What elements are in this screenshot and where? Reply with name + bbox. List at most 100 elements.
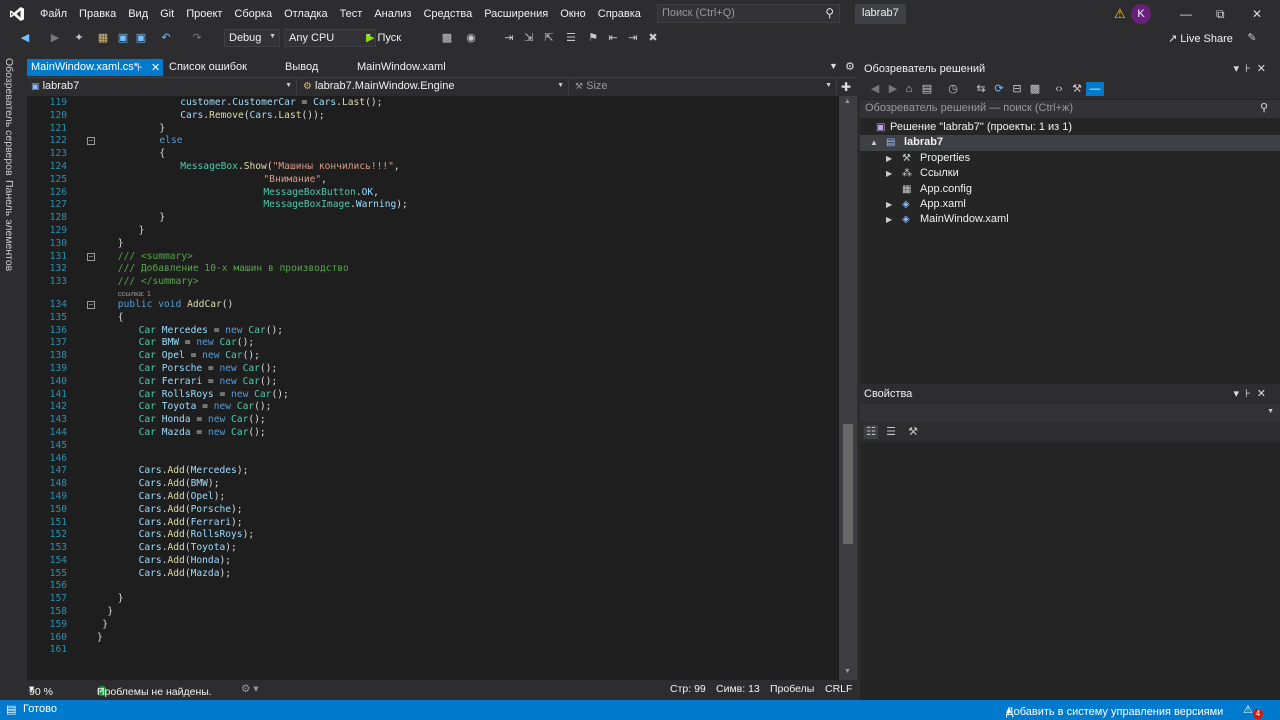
close-icon[interactable]: ✕ [1252, 7, 1262, 21]
project-select[interactable]: ▣ labrab7 ▼ [27, 79, 297, 95]
tree-item[interactable]: ▶ ◈ App.xaml [860, 197, 1280, 212]
menu-view[interactable]: Вид [122, 8, 154, 20]
menu-edit[interactable]: Правка [73, 8, 122, 20]
expand-arrow-icon[interactable]: ▶ [886, 212, 892, 227]
menu-tools[interactable]: Средства [417, 8, 478, 20]
fold-toggle-icon[interactable]: − [87, 252, 95, 261]
menu-analyze[interactable]: Анализ [368, 8, 417, 20]
property-pages-icon[interactable]: ⚒ [906, 425, 920, 439]
chevron-down-icon[interactable]: ▾ [1234, 63, 1246, 75]
source-control-button[interactable]: ↑ Добавить в систему управления версиями… [1006, 703, 1223, 718]
categorized-icon[interactable]: ☷ [864, 425, 878, 439]
camera-icon[interactable]: ◉ [464, 31, 478, 45]
refresh-icon[interactable]: ⟳ [992, 82, 1006, 96]
alphabetical-icon[interactable]: ☰ [884, 425, 898, 439]
tree-item[interactable]: ▣ Решение "labrab7" (проекты: 1 из 1) [860, 120, 1280, 135]
home-icon[interactable]: ⌂ [902, 82, 916, 96]
view-code-icon[interactable]: ‹› [1052, 82, 1066, 96]
back-icon[interactable]: ◀ [868, 82, 882, 96]
close-icon[interactable]: ✕ [1257, 388, 1272, 400]
comment-icon[interactable]: ☰ [564, 31, 578, 45]
undo-icon[interactable]: ↶ [159, 31, 173, 45]
back-icon[interactable]: ◀ [18, 31, 32, 45]
whitespace-indicator[interactable]: Пробелы [770, 683, 814, 695]
tree-item[interactable]: ▶ ◈ MainWindow.xaml [860, 212, 1280, 227]
zoom-select[interactable]: 90 % ▾ [29, 683, 53, 698]
line-ending-indicator[interactable]: CRLF [825, 683, 852, 695]
save-all-icon[interactable]: ▣ [134, 31, 148, 45]
tree-item[interactable]: ▲ ▤ labrab7 [860, 135, 1280, 151]
line-indicator[interactable]: Стр: 99 [670, 683, 706, 695]
warning-icon[interactable]: ⚠ [1114, 6, 1126, 22]
tree-item[interactable]: ▶ ⁂ Ссылки [860, 166, 1280, 181]
server-explorer-tab[interactable]: Обозреватель серверов [3, 58, 15, 176]
chevron-down-icon[interactable]: ▾ [1234, 388, 1246, 400]
fold-toggle-icon[interactable]: − [87, 137, 95, 146]
pin-icon[interactable]: ⊦ [1245, 63, 1257, 75]
menu-file[interactable]: Файл [34, 8, 73, 20]
expand-arrow-icon[interactable]: ▶ [886, 151, 892, 166]
column-indicator[interactable]: Симв: 13 [716, 683, 760, 695]
split-editor-icon[interactable]: ✚ [841, 80, 851, 94]
pin-icon[interactable]: ⊦ [1245, 388, 1257, 400]
scroll-down-icon[interactable]: ▼ [844, 668, 851, 675]
collapse-all-icon[interactable]: ⊟ [1010, 82, 1024, 96]
code-editor[interactable]: 119 customer.CustomerCar = Cars.Last(); 12… [27, 96, 839, 680]
class-select[interactable]: ⚙ labrab7.MainWindow.Engine ▼ [299, 79, 569, 95]
fold-toggle-icon[interactable]: − [87, 300, 95, 309]
start-button[interactable]: ▶ Пуск [366, 31, 401, 44]
menu-git[interactable]: Git [154, 8, 180, 20]
menu-project[interactable]: Проект [180, 8, 228, 20]
solution-search-input[interactable]: Обозреватель решений — поиск (Ctrl+ж) ⚲ [860, 100, 1280, 118]
menu-build[interactable]: Сборка [228, 8, 278, 20]
tab-output[interactable]: Вывод [281, 59, 322, 76]
new-project-icon[interactable]: ✦ [72, 31, 86, 45]
menu-extensions[interactable]: Расширения [478, 8, 554, 20]
editor-vertical-scrollbar[interactable]: ▲ ▼ [839, 96, 857, 680]
step-into-icon[interactable]: ⇲ [522, 31, 536, 45]
tree-item[interactable]: ▶ ⚒ Properties [860, 151, 1280, 166]
collapse-arrow-icon[interactable]: ▲ [870, 135, 878, 150]
visual-studio-logo-icon[interactable] [0, 0, 34, 28]
pending-changes-icon[interactable]: ◷ [946, 82, 960, 96]
platform-select[interactable]: Any CPU ▼ [284, 29, 376, 47]
forward-icon[interactable]: ▶ [48, 31, 62, 45]
scroll-up-icon[interactable]: ▲ [844, 98, 851, 105]
search-input[interactable]: Поиск (Ctrl+Q) ⚲ [657, 4, 840, 23]
pin-icon[interactable]: ⊦ [137, 61, 143, 74]
step-over-icon[interactable]: ⇥ [502, 31, 516, 45]
settings-gear-icon[interactable]: ⚙ [845, 60, 855, 73]
switch-views-icon[interactable]: ▤ [920, 82, 934, 96]
properties-wrench-icon[interactable]: ⚒ [1070, 82, 1084, 96]
show-all-files-icon[interactable]: ▩ [1028, 82, 1042, 96]
bookmark-clear-icon[interactable]: ✖ [646, 31, 660, 45]
account-settings-icon[interactable]: ✎ [1245, 31, 1259, 45]
expand-arrow-icon[interactable]: ▶ [886, 166, 892, 181]
properties-object-select[interactable]: ▼ [860, 404, 1280, 422]
cleanup-icon[interactable]: ⚙ ▾ [241, 683, 259, 695]
menu-test[interactable]: Тест [334, 8, 369, 20]
scrollbar-thumb[interactable] [843, 424, 853, 544]
close-tab-icon[interactable]: ✕ [151, 61, 160, 74]
menu-window[interactable]: Окно [554, 8, 592, 20]
bookmark-prev-icon[interactable]: ⇤ [606, 31, 620, 45]
toolbox-tab[interactable]: Панель элементов [3, 180, 15, 271]
save-icon[interactable]: ▣ [116, 31, 130, 45]
tab-mainwindow-xaml[interactable]: MainWindow.xaml [353, 59, 450, 76]
menu-debug[interactable]: Отладка [278, 8, 333, 20]
bookmark-icon[interactable]: ⚑ [586, 31, 600, 45]
notifications-bell-icon[interactable]: ⚠ [1243, 703, 1253, 716]
browser-link-icon[interactable]: ▩ [440, 31, 454, 45]
close-icon[interactable]: ✕ [1257, 63, 1272, 75]
step-out-icon[interactable]: ⇱ [542, 31, 556, 45]
minimize-icon[interactable]: — [1180, 7, 1192, 21]
configuration-select[interactable]: Debug ▼ [224, 29, 280, 47]
tab-mainwindow-xaml-cs[interactable]: MainWindow.xaml.cs* ⊦ ✕ [27, 59, 163, 76]
tab-overflow-icon[interactable]: ▼ [829, 61, 838, 71]
bookmark-next-icon[interactable]: ⇥ [626, 31, 640, 45]
member-select[interactable]: ⚒ Size ▼ [571, 79, 837, 95]
live-share-button[interactable]: ↗ Live Share [1168, 32, 1233, 45]
forward-icon[interactable]: ▶ [886, 82, 900, 96]
open-folder-icon[interactable]: ▦ [96, 31, 110, 45]
tree-item[interactable]: ▦ App.config [860, 182, 1280, 197]
